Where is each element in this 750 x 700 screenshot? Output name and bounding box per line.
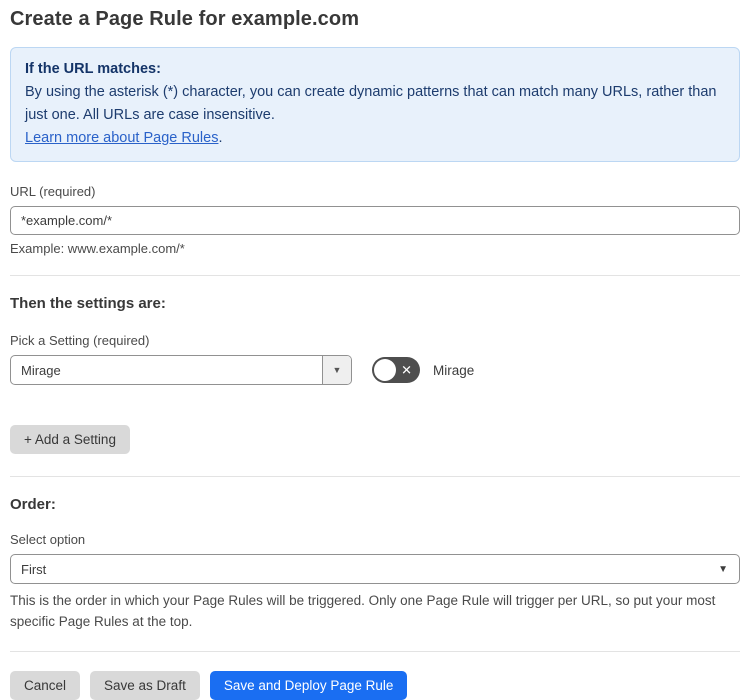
create-page-rule-form: Create a Page Rule for example.com If th… [0,0,750,700]
order-section-heading: Order: [10,496,56,513]
form-actions: Cancel Save as Draft Save and Deploy Pag… [10,671,740,700]
setting-select-value: Mirage [21,362,61,378]
divider [10,275,740,276]
order-select-value: First [21,561,47,577]
chevron-down-icon: ▼ [332,365,342,375]
order-help-text: This is the order in which your Page Rul… [10,593,716,629]
setting-select-arrow-button[interactable]: ▼ [322,356,351,384]
info-box-body: By using the asterisk (*) character, you… [25,84,717,123]
save-as-draft-button[interactable]: Save as Draft [90,671,200,700]
toggle-knob [374,359,396,381]
info-box-heading: If the URL matches: [25,61,161,77]
mirage-toggle[interactable]: ✕ [372,357,420,383]
url-input[interactable] [10,206,740,235]
divider [10,476,740,477]
setting-row: Mirage ▼ ✕ Mirage [10,355,740,385]
pick-setting-label: Pick a Setting (required) [10,333,150,348]
divider [10,651,740,652]
order-select[interactable]: First ▼ [10,554,740,584]
toggle-off-x-icon: ✕ [401,362,412,378]
link-suffix: . [218,130,223,146]
chevron-down-icon: ▼ [718,563,728,575]
settings-section-heading: Then the settings are: [10,295,166,312]
learn-more-link[interactable]: Learn more about Page Rules [25,130,218,146]
url-example-text: Example: www.example.com/* [10,241,185,256]
save-and-deploy-button[interactable]: Save and Deploy Page Rule [209,671,408,700]
cancel-button[interactable]: Cancel [10,671,81,700]
toggle-label: Mirage [433,362,475,378]
url-match-info-box: If the URL matches: By using the asteris… [10,47,740,162]
page-title: Create a Page Rule for example.com [10,8,360,30]
url-field-label: URL (required) [10,184,96,199]
setting-select[interactable]: Mirage ▼ [10,355,352,385]
add-setting-button[interactable]: + Add a Setting [10,425,130,454]
select-option-label: Select option [10,532,86,547]
info-box-link-line: Learn more about Page Rules. [25,127,725,150]
